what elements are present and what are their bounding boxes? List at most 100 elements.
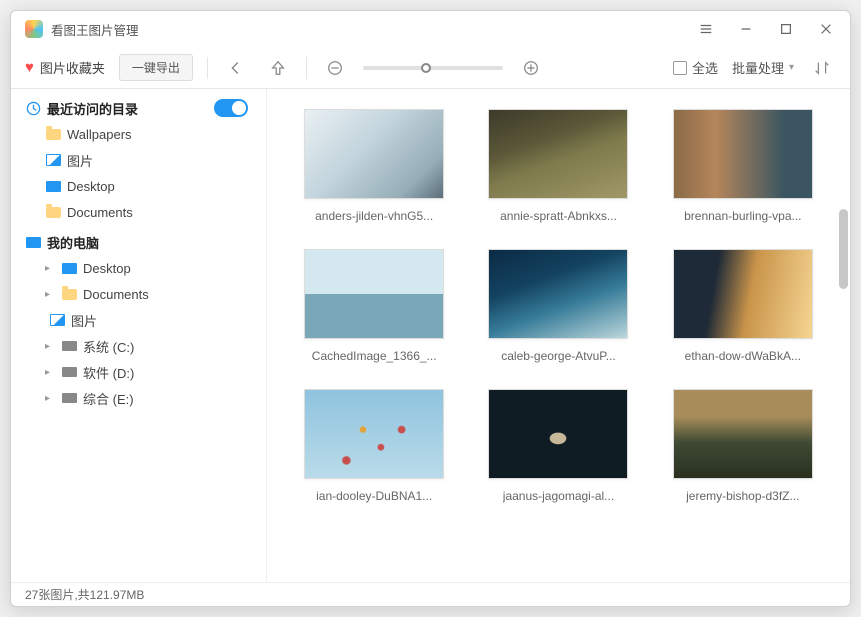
expand-arrow-icon[interactable]: ▸ [45,367,55,378]
thumb-item[interactable]: annie-spratt-Abnkxs... [475,109,641,223]
sidebar: 最近访问的目录 Wallpapers 图片 Desktop Documents [11,89,267,582]
favorites-label[interactable]: ♥ 图片收藏夹 [25,58,105,77]
app-icon [25,20,43,38]
expand-arrow-icon[interactable]: ▸ [45,289,55,300]
status-bar: 27张图片,共121.97MB [11,582,850,606]
close-button[interactable] [810,15,842,43]
sidebar-item-pictures[interactable]: 图片 [11,147,266,173]
folder-icon [45,126,61,142]
thumbnail-image [488,109,628,199]
thumbnail-image [673,249,813,339]
minimize-button[interactable] [730,15,762,43]
select-all-checkbox[interactable]: 全选 [673,58,718,77]
expand-arrow-icon[interactable]: ▸ [45,393,55,404]
back-button[interactable] [222,54,250,82]
recent-header[interactable]: 最近访问的目录 [11,95,266,121]
batch-process-dropdown[interactable]: 批量处理 ▾ [732,58,794,77]
thumb-label: jeremy-bishop-d3fZ... [686,489,799,503]
drive-icon [61,338,77,354]
item-label: Documents [67,205,133,220]
up-button[interactable] [264,54,292,82]
export-button[interactable]: 一键导出 [119,54,193,81]
thumb-label: caleb-george-AtvuP... [501,349,616,363]
thumb-label: ethan-dow-dWaBkA... [685,349,801,363]
computer-header-label: 我的电脑 [47,233,99,252]
thumb-item[interactable]: ethan-dow-dWaBkA... [660,249,826,363]
item-label: 综合 (E:) [83,389,134,408]
zoom-in-button[interactable] [517,54,545,82]
thumbnail-image [304,249,444,339]
thumbnail-image [673,109,813,199]
body: 最近访问的目录 Wallpapers 图片 Desktop Documents [11,89,850,582]
thumbnail-image [488,389,628,479]
expand-arrow-icon[interactable]: ▸ [45,341,55,352]
thumbnail-image [304,109,444,199]
sidebar-item-documents[interactable]: Documents [11,199,266,225]
batch-label: 批量处理 [732,58,784,77]
sidebar-item-pictures-2[interactable]: 图片 [11,307,266,333]
recent-header-label: 最近访问的目录 [47,99,138,118]
thumb-label: ian-dooley-DuBNA1... [316,489,432,503]
computer-header[interactable]: 我的电脑 [11,229,266,255]
monitor-icon [61,260,77,276]
item-label: Desktop [83,261,131,276]
image-icon [45,152,61,168]
thumbnail-image [304,389,444,479]
thumb-label: anders-jilden-vhnG5... [315,209,433,223]
item-label: Desktop [67,179,115,194]
status-text: 27张图片,共121.97MB [25,586,144,603]
menu-button[interactable] [690,15,722,43]
item-label: 图片 [71,311,97,330]
thumb-item[interactable]: brennan-burling-vpa... [660,109,826,223]
image-icon [49,312,65,328]
sort-button[interactable] [808,54,836,82]
zoom-slider[interactable] [363,66,503,70]
item-label: 系统 (C:) [83,337,134,356]
drive-icon [61,390,77,406]
folder-icon [45,204,61,220]
thumb-item[interactable]: jaanus-jagomagi-al... [475,389,641,503]
separator [306,57,307,79]
thumb-item[interactable]: jeremy-bishop-d3fZ... [660,389,826,503]
maximize-button[interactable] [770,15,802,43]
sidebar-item-desktop[interactable]: Desktop [11,173,266,199]
item-label: Wallpapers [67,127,132,142]
sidebar-item-wallpapers[interactable]: Wallpapers [11,121,266,147]
sidebar-item-desktop-2[interactable]: ▸ Desktop [11,255,266,281]
zoom-out-button[interactable] [321,54,349,82]
favorites-text: 图片收藏夹 [40,58,105,77]
thumb-item[interactable]: CachedImage_1366_... [291,249,457,363]
monitor-icon [45,178,61,194]
sidebar-item-drive-e[interactable]: ▸ 综合 (E:) [11,385,266,411]
window-title: 看图王图片管理 [51,20,690,39]
chevron-down-icon: ▾ [789,62,794,73]
thumb-item[interactable]: anders-jilden-vhnG5... [291,109,457,223]
checkbox-icon [673,61,687,75]
thumb-label: brennan-burling-vpa... [684,209,801,223]
thumbnail-image [673,389,813,479]
recent-toggle[interactable] [214,99,248,117]
toolbar: ♥ 图片收藏夹 一键导出 全选 批量处理 ▾ [11,47,850,89]
thumbnail-grid: anders-jilden-vhnG5... annie-spratt-Abnk… [277,109,840,503]
thumb-label: jaanus-jagomagi-al... [503,489,614,503]
folder-icon [61,286,77,302]
heart-icon: ♥ [25,59,34,76]
scrollbar-thumb[interactable] [839,209,848,289]
zoom-thumb[interactable] [421,63,431,73]
thumbnail-area: anders-jilden-vhnG5... annie-spratt-Abnk… [267,89,850,582]
sidebar-item-drive-d[interactable]: ▸ 软件 (D:) [11,359,266,385]
sidebar-item-drive-c[interactable]: ▸ 系统 (C:) [11,333,266,359]
item-label: 图片 [67,151,93,170]
thumb-label: annie-spratt-Abnkxs... [500,209,617,223]
sidebar-item-documents-2[interactable]: ▸ Documents [11,281,266,307]
titlebar: 看图王图片管理 [11,11,850,47]
clock-icon [25,100,41,116]
select-all-label: 全选 [692,58,718,77]
thumb-item[interactable]: caleb-george-AtvuP... [475,249,641,363]
separator [207,57,208,79]
drive-icon [61,364,77,380]
item-label: 软件 (D:) [83,363,134,382]
thumbnail-image [488,249,628,339]
thumb-item[interactable]: ian-dooley-DuBNA1... [291,389,457,503]
expand-arrow-icon[interactable]: ▸ [45,263,55,274]
